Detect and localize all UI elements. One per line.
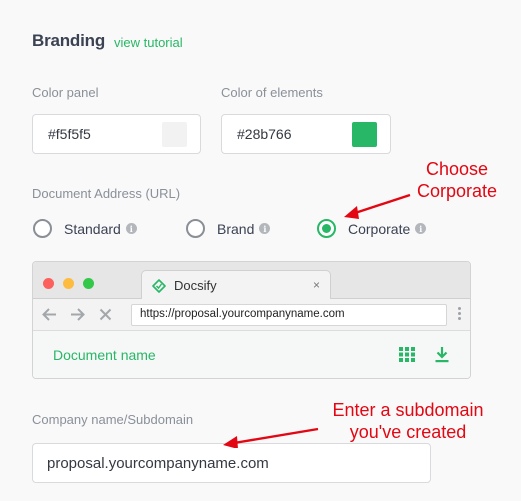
color-panel-value: #f5f5f5 bbox=[48, 126, 91, 142]
radio-standard[interactable]: Standard i bbox=[33, 219, 137, 238]
color-elements-input[interactable]: #28b766 bbox=[221, 114, 391, 154]
arrow-to-company-field-icon bbox=[223, 427, 319, 448]
enter-subdomain-annotation: Enter a subdomain you've created bbox=[312, 399, 504, 443]
document-address-label: Document Address (URL) bbox=[32, 186, 181, 201]
company-subdomain-input[interactable]: proposal.yourcompanyname.com bbox=[32, 443, 431, 483]
browser-preview: Docsify × https://proposal.yourcompanyna… bbox=[32, 261, 471, 379]
arrow-to-corporate-icon bbox=[344, 193, 411, 219]
document-name: Document name bbox=[53, 347, 156, 363]
color-elements-value: #28b766 bbox=[237, 126, 292, 142]
company-subdomain-value: proposal.yourcompanyname.com bbox=[47, 454, 269, 472]
color-elements-swatch[interactable] bbox=[352, 121, 377, 147]
view-tutorial-link[interactable]: view tutorial bbox=[114, 35, 183, 50]
radio-standard-label: Standard bbox=[64, 220, 121, 237]
minimize-window-dot bbox=[63, 278, 74, 289]
radio-corporate-circle[interactable] bbox=[317, 219, 336, 238]
forward-arrow-icon[interactable] bbox=[70, 308, 85, 321]
browser-tab-bar: Docsify × bbox=[33, 262, 470, 300]
browser-tab-title: Docsify bbox=[174, 278, 217, 293]
annotation-line: you've created bbox=[349, 422, 467, 442]
info-icon[interactable]: i bbox=[259, 223, 271, 234]
annotation-line: Enter a subdomain bbox=[332, 400, 484, 420]
download-icon[interactable] bbox=[435, 346, 449, 363]
company-label: Company name/Subdomain bbox=[32, 412, 194, 427]
color-panel-swatch[interactable] bbox=[162, 121, 187, 147]
radio-brand-circle[interactable] bbox=[186, 219, 205, 238]
annotation-line: Corporate bbox=[416, 181, 498, 201]
tab-close-icon[interactable]: × bbox=[313, 278, 320, 292]
browser-tab[interactable]: Docsify × bbox=[141, 270, 331, 300]
info-icon[interactable]: i bbox=[415, 223, 427, 234]
color-elements-label: Color of elements bbox=[221, 85, 323, 100]
browser-content: Document name bbox=[33, 331, 470, 378]
radio-brand-label: Brand bbox=[217, 220, 255, 237]
branding-title: Branding bbox=[32, 31, 106, 50]
grid-icon[interactable] bbox=[399, 347, 415, 362]
info-icon[interactable]: i bbox=[125, 223, 137, 234]
radio-selected-dot bbox=[322, 224, 331, 233]
annotation-line: Choose bbox=[425, 159, 489, 179]
stop-icon[interactable] bbox=[99, 308, 112, 321]
radio-corporate-label: Corporate bbox=[348, 220, 411, 237]
maximize-window-dot bbox=[83, 278, 94, 289]
url-bar[interactable]: https://proposal.yourcompanyname.com bbox=[131, 304, 447, 326]
docsify-logo-icon bbox=[152, 278, 166, 293]
color-panel-input[interactable]: #f5f5f5 bbox=[32, 114, 201, 154]
radio-brand[interactable]: Brand i bbox=[186, 219, 271, 238]
back-arrow-icon[interactable] bbox=[42, 308, 57, 321]
close-window-dot bbox=[43, 278, 54, 289]
color-panel-label: Color panel bbox=[32, 85, 99, 100]
browser-menu-icon[interactable] bbox=[458, 307, 462, 322]
choose-corporate-annotation: Choose Corporate bbox=[402, 158, 512, 202]
browser-nav-bar: https://proposal.yourcompanyname.com bbox=[33, 299, 470, 331]
radio-standard-circle[interactable] bbox=[33, 219, 52, 238]
